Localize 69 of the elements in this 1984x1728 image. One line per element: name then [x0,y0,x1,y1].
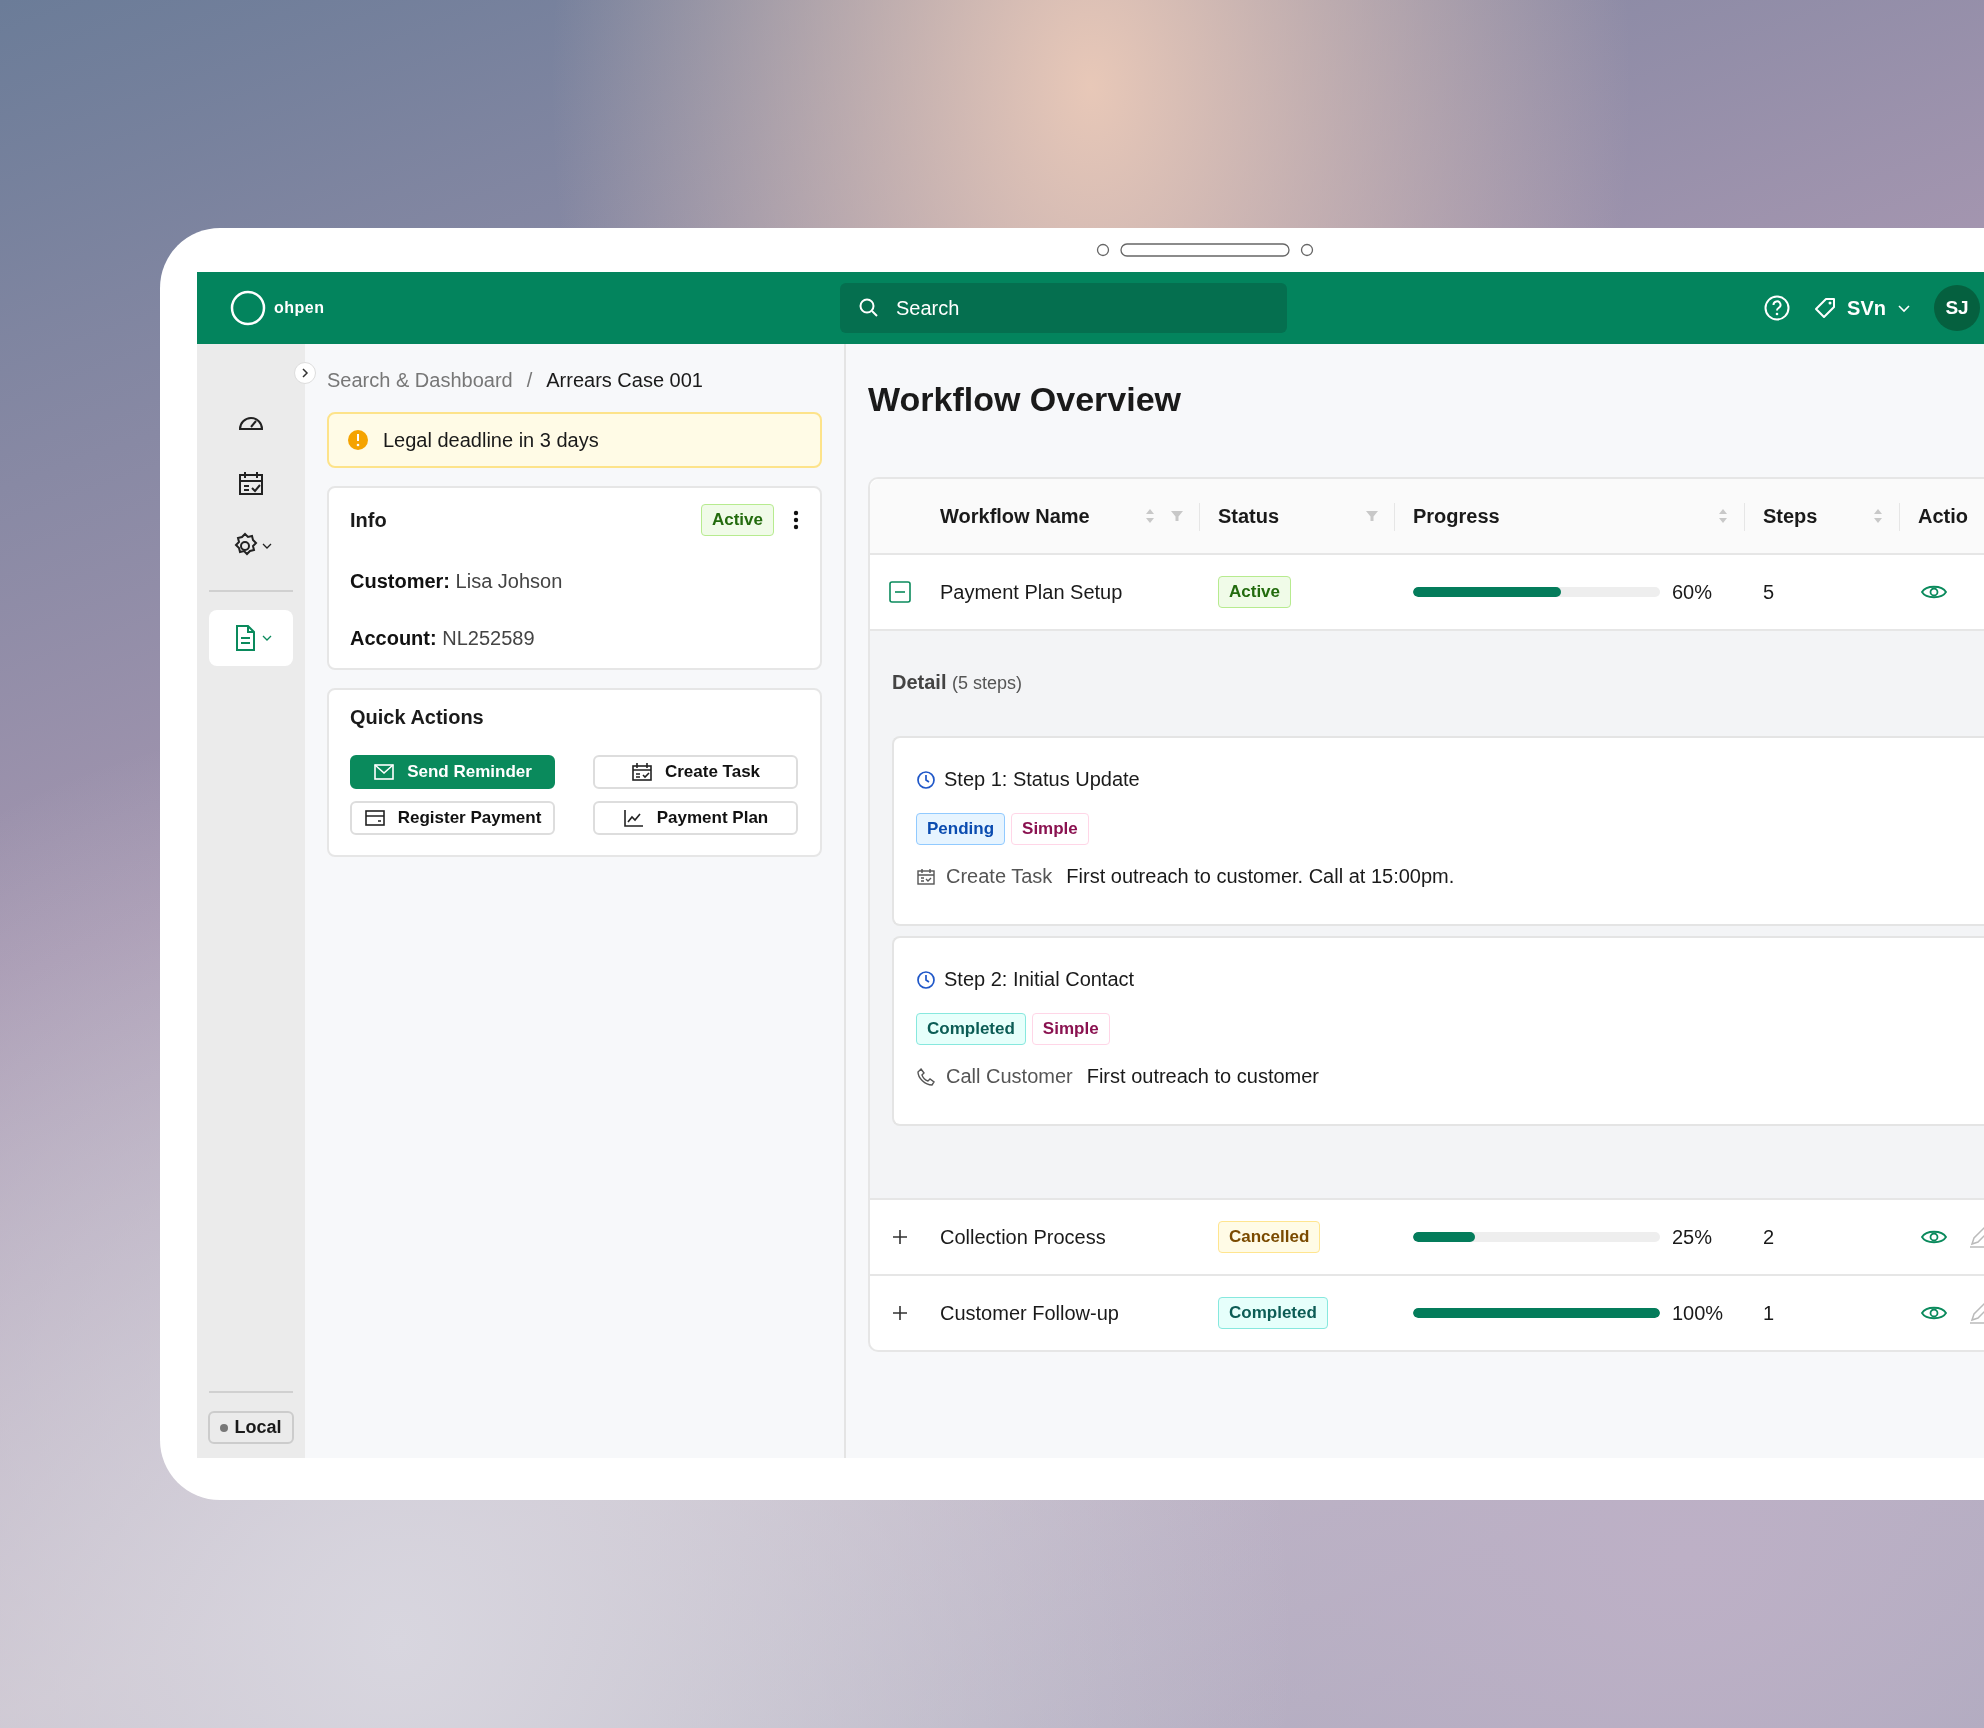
step-tag: Pending [916,813,1006,845]
warning-icon [347,429,369,451]
chevron-down-icon [262,633,272,643]
clock-icon [916,769,936,790]
detail-heading: Detail (5 steps) [892,671,1024,694]
step-tag: Completed [916,1013,1026,1045]
step-description: First outreach to customer [1086,1065,1319,1088]
status-tag: Cancelled [1218,1221,1321,1253]
phone-icon [916,1066,936,1087]
step-action: Create Task [946,865,1053,888]
calendar-icon [916,866,936,887]
step-count: 2 [1763,1225,1775,1249]
card-title: Quick Actions [350,706,484,728]
progress-percent: 100% [1672,1301,1724,1325]
help-icon[interactable] [1763,294,1792,322]
camera-icon [1300,243,1314,257]
chevron-down-icon [262,541,272,551]
workflow-name: Payment Plan Setup [940,580,1123,604]
chart-icon [622,808,645,828]
column-header: Workflow Name [940,504,1090,528]
step-title: Step 1: Status Update [944,768,1140,791]
page-title: Workflow Overview [868,380,1183,419]
more-icon[interactable] [792,509,800,531]
card-icon [363,808,386,828]
column-header: Status [1218,504,1280,528]
logo-circle-icon [230,290,266,326]
card-title: Info [350,508,388,532]
step-count: 5 [1763,580,1775,604]
tag-icon [1813,296,1838,320]
step-title: Step 2: Initial Contact [944,968,1135,991]
clock-icon [916,969,936,990]
step-action: Call Customer [946,1065,1073,1088]
step-tag: Simple [1011,813,1089,845]
camera-icon [1096,243,1110,257]
collapse-icon[interactable] [888,580,912,604]
column-header: Actio [1918,504,1968,528]
breadcrumb-link[interactable]: Search & Dashboard [327,368,513,392]
alert-text: Legal deadline in 3 days [383,428,599,452]
action-button[interactable]: Send Reminder [350,755,555,789]
action-button[interactable]: Create Task [593,755,798,789]
breadcrumb-current: Arrears Case 001 [546,368,703,392]
workspace-selector[interactable]: SVn [1813,296,1912,320]
workflow-name: Customer Follow-up [940,1301,1119,1325]
environment-badge: Local [208,1411,294,1444]
logo-text: ohpen [274,299,325,317]
column-header: Steps [1763,504,1818,528]
action-button[interactable]: Payment Plan [593,801,798,835]
info-field: Customer: Lisa Johson [350,570,800,593]
expand-sidebar-button[interactable] [294,362,316,384]
action-button[interactable]: Register Payment [350,801,555,835]
status-tag: Active [700,504,774,536]
step-tag: Simple [1031,1013,1110,1045]
breadcrumb-separator: / [526,368,533,392]
search-field[interactable]: Search [840,283,1287,333]
chevron-right-icon [299,367,311,379]
sensor-icon [1120,243,1290,257]
column-header: Progress [1413,504,1500,528]
step-description: First outreach to customer. Call at 15:00pm. [1066,865,1455,888]
mail-icon [373,762,396,782]
search-icon [858,297,880,319]
status-tag: Completed [1218,1297,1328,1329]
user-avatar[interactable]: SJ [1934,285,1980,331]
progress-percent: 25% [1672,1225,1713,1249]
calendar-icon [630,762,653,782]
step-count: 1 [1763,1301,1775,1325]
status-tag: Active [1218,576,1292,608]
progress-percent: 60% [1672,580,1713,604]
workflow-name: Collection Process [940,1225,1106,1249]
info-field: Account: NL252589 [350,627,800,650]
